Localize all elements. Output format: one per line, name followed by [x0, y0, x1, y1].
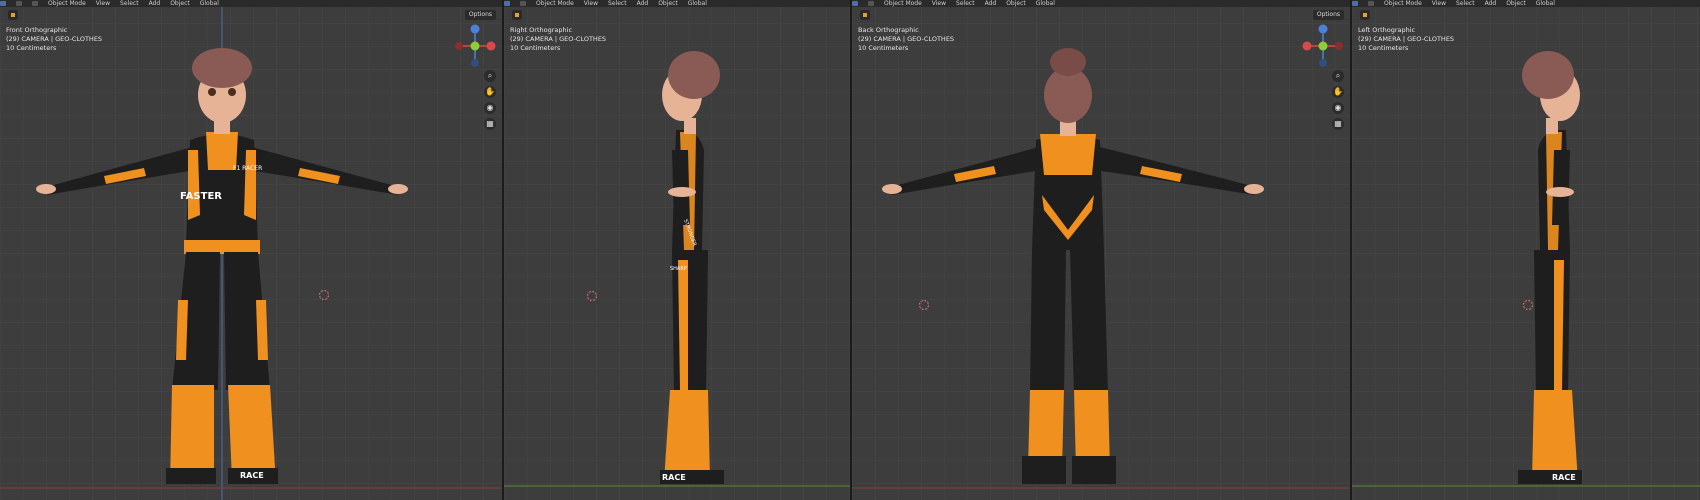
area-divider[interactable]: [502, 0, 504, 500]
area-divider[interactable]: [850, 0, 852, 500]
area-divider[interactable]: [1350, 0, 1352, 500]
blender-quad-view: Object Mode View Select Add Object Globa…: [0, 0, 1700, 500]
viewport-front[interactable]: Object Mode View Select Add Object Globa…: [0, 0, 502, 500]
chest-text: F1 RACER: [233, 165, 262, 172]
character-right[interactable]: STRONGER SHARP RACE: [504, 0, 850, 500]
character-left[interactable]: RACE: [1352, 0, 1700, 500]
hip-text: SHARP: [670, 266, 687, 272]
viewport-left[interactable]: Object Mode View Select Add Object Globa…: [1352, 0, 1700, 500]
body-text: FASTER: [180, 191, 222, 202]
boot-text: RACE: [240, 471, 264, 480]
viewport-right[interactable]: Object Mode View Select Add Object Globa…: [504, 0, 850, 500]
viewport-back[interactable]: Object Mode View Select Add Object Globa…: [852, 0, 1350, 500]
character-back[interactable]: [852, 0, 1350, 500]
boot-text: RACE: [1552, 473, 1576, 482]
boot-text: RACE: [662, 473, 686, 482]
character-front[interactable]: F1 RACER FASTER RACE: [0, 0, 502, 500]
